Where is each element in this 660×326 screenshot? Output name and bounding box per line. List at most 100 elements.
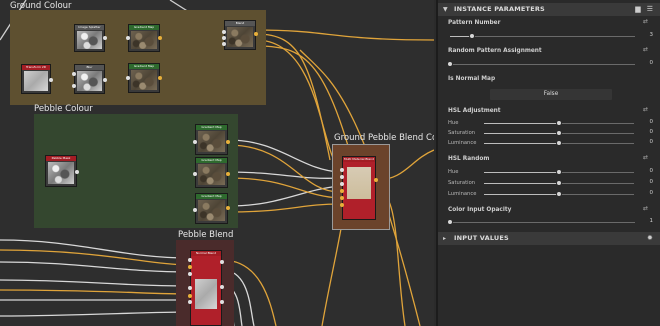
reset-icon[interactable]: ⇄ <box>643 205 648 212</box>
hsl-adjustment-hue-value[interactable]: 0 <box>639 119 654 125</box>
node-pebble-mask[interactable]: Pebble Mask <box>45 155 77 187</box>
port[interactable] <box>226 172 230 176</box>
color-input-opacity-knob[interactable] <box>447 219 453 225</box>
node-title: Multi Material Blend <box>343 157 375 162</box>
node-gradient-2[interactable]: Gradient Map <box>128 63 160 93</box>
node-multi-material-blend[interactable]: Multi Material Blend <box>342 156 376 220</box>
port[interactable] <box>49 78 53 82</box>
port[interactable] <box>193 172 197 176</box>
port[interactable] <box>75 170 79 174</box>
port[interactable] <box>340 203 344 207</box>
color-input-opacity-slider[interactable] <box>450 222 635 223</box>
node-pebble-gradient-3[interactable]: Gradient Map <box>195 193 228 224</box>
port[interactable] <box>188 286 192 290</box>
port[interactable] <box>226 140 230 144</box>
port[interactable] <box>340 182 344 186</box>
is-normal-map-toggle[interactable]: False <box>490 89 612 100</box>
hsl-random-luminance-knob[interactable] <box>556 191 562 197</box>
port[interactable] <box>158 36 162 40</box>
chevron-right-icon[interactable]: ▸ <box>443 232 446 245</box>
hsl-random-luminance-label: Luminance <box>448 191 477 197</box>
node-pebble-gradient-2[interactable]: Gradient Map <box>195 157 228 188</box>
port[interactable] <box>340 196 344 200</box>
node-title: Transform 2D <box>22 65 50 70</box>
reset-icon[interactable]: ⇄ <box>643 18 648 25</box>
port[interactable] <box>254 32 258 36</box>
node-blend-top[interactable]: Blend <box>224 20 256 50</box>
node-title: Normal Blend <box>191 251 221 256</box>
port[interactable] <box>72 72 76 76</box>
node-transform[interactable]: Transform 2D <box>21 64 51 94</box>
port[interactable] <box>103 78 107 82</box>
node-title: Gradient Map <box>196 194 227 199</box>
port[interactable] <box>220 300 224 304</box>
port[interactable] <box>193 140 197 144</box>
hsl-random-hue-knob[interactable] <box>556 169 562 175</box>
hsl-adjustment-hue-label: Hue <box>448 120 459 126</box>
gear-icon[interactable]: ✹ <box>646 234 654 242</box>
node-graph-canvas[interactable]: Ground Colour Pebble Colour Ground Pebbl… <box>0 0 434 326</box>
port[interactable] <box>222 42 226 46</box>
hsl-adjustment-luminance-value[interactable]: 0 <box>639 139 654 145</box>
hsl-random-saturation-label: Saturation <box>448 180 476 186</box>
port[interactable] <box>340 189 344 193</box>
node-splatter[interactable]: Image Splatter Tiler <box>74 24 105 52</box>
reset-icon[interactable]: ⇄ <box>643 46 648 53</box>
hsl-adjustment-saturation-label: Saturation <box>448 130 476 136</box>
random-pattern-knob[interactable] <box>447 61 453 67</box>
reset-icon[interactable]: ⇄ <box>643 154 648 161</box>
port[interactable] <box>220 260 224 264</box>
instance-parameters-header[interactable]: ▼ INSTANCE PARAMETERS ▆ ☰ <box>438 3 660 16</box>
node-blur[interactable]: Blur <box>74 64 105 94</box>
color-input-opacity-label: Color Input Opacity <box>448 207 512 213</box>
node-title: Blend <box>225 21 255 26</box>
port[interactable] <box>126 36 130 40</box>
hsl-random-luminance-value[interactable]: 0 <box>639 190 654 196</box>
document-icon[interactable]: ▆ <box>634 5 642 13</box>
input-values-header[interactable]: ▸ INPUT VALUES ✹ <box>438 232 660 245</box>
port[interactable] <box>226 206 230 210</box>
color-input-opacity-value[interactable]: 1 <box>639 218 654 224</box>
pattern-number-value[interactable]: 3 <box>639 32 654 38</box>
node-gradient-1[interactable]: Gradient Map <box>128 24 160 52</box>
hsl-random-saturation-value[interactable]: 0 <box>639 179 654 185</box>
hsl-random-saturation-knob[interactable] <box>556 180 562 186</box>
port[interactable] <box>340 168 344 172</box>
pebble-blend-title: Pebble Blend <box>178 230 234 240</box>
pattern-number-slider[interactable] <box>450 36 635 37</box>
port[interactable] <box>126 76 130 80</box>
hsl-adjustment-saturation-value[interactable]: 0 <box>639 129 654 135</box>
port[interactable] <box>188 265 192 269</box>
port[interactable] <box>188 300 192 304</box>
port[interactable] <box>188 294 192 298</box>
port[interactable] <box>103 36 107 40</box>
port[interactable] <box>158 76 162 80</box>
port[interactable] <box>188 258 192 262</box>
port[interactable] <box>340 175 344 179</box>
pebble-colour-title: Pebble Colour <box>34 104 93 114</box>
random-pattern-value[interactable]: 0 <box>639 60 654 66</box>
is-normal-map-label: Is Normal Map <box>448 76 496 82</box>
pattern-number-knob[interactable] <box>469 33 476 39</box>
port[interactable] <box>222 30 226 34</box>
node-title: Gradient Map <box>129 25 159 30</box>
chevron-down-icon[interactable]: ▼ <box>443 3 448 16</box>
port[interactable] <box>220 285 224 289</box>
input-values-title: INPUT VALUES <box>454 234 509 242</box>
node-title: Gradient Map <box>196 125 227 130</box>
hsl-random-hue-value[interactable]: 0 <box>639 168 654 174</box>
port[interactable] <box>72 84 76 88</box>
node-pebble-gradient-1[interactable]: Gradient Map <box>195 124 228 155</box>
hsl-adjustment-luminance-label: Luminance <box>448 140 477 146</box>
random-pattern-slider[interactable] <box>450 64 635 65</box>
node-normal-blend[interactable]: Normal Blend <box>190 250 222 326</box>
port[interactable] <box>374 178 378 182</box>
reset-icon[interactable]: ⇄ <box>643 106 648 113</box>
menu-icon[interactable]: ☰ <box>646 5 654 13</box>
port[interactable] <box>193 208 197 212</box>
hsl-adjustment-luminance-knob[interactable] <box>556 140 562 146</box>
hsl-adjustment-saturation-knob[interactable] <box>556 130 562 136</box>
port[interactable] <box>188 272 192 276</box>
hsl-adjustment-hue-knob[interactable] <box>556 120 562 126</box>
port[interactable] <box>222 36 226 40</box>
